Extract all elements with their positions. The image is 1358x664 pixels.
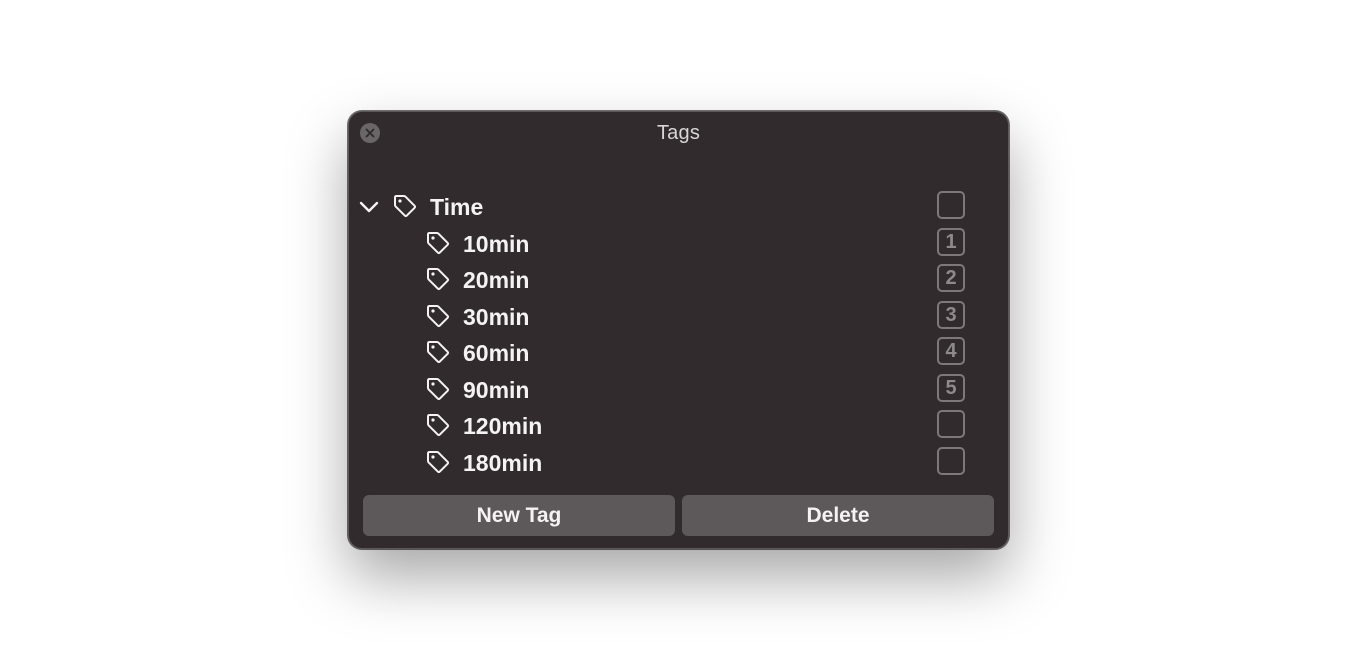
tag-row-90min[interactable]: 90min 5 xyxy=(349,371,1008,408)
tag-icon xyxy=(427,268,450,291)
window-title: Tags xyxy=(656,122,701,144)
tag-label: 30min xyxy=(463,303,530,330)
tag-icon xyxy=(394,195,417,218)
tag-icon xyxy=(427,231,450,254)
tag-label: Time xyxy=(430,194,484,220)
new-tag-button[interactable]: New Tag xyxy=(363,495,675,536)
tag-row-60min[interactable]: 60min 4 xyxy=(349,334,1008,371)
shortcut-key[interactable]: 2 xyxy=(937,264,965,292)
button-bar: New Tag Delete xyxy=(363,495,994,536)
stage: Tags Time 10min 1 20min 2 30min 3 60min … xyxy=(0,0,1358,664)
tag-row-180min[interactable]: 180min xyxy=(349,444,1008,481)
tag-icon xyxy=(427,450,450,473)
shortcut-key[interactable] xyxy=(937,191,965,219)
shortcut-key[interactable]: 5 xyxy=(937,373,965,402)
tag-row-time[interactable]: Time xyxy=(349,188,1008,225)
shortcut-key[interactable]: 1 xyxy=(937,227,965,256)
shortcut-key[interactable]: 4 xyxy=(937,337,965,365)
tag-label: 60min xyxy=(463,340,530,366)
tag-row-30min[interactable]: 30min 3 xyxy=(349,298,1008,335)
tag-label: 120min xyxy=(463,413,543,439)
delete-button[interactable]: Delete xyxy=(682,495,994,536)
tag-icon xyxy=(427,304,450,327)
shortcut-key[interactable] xyxy=(937,410,965,438)
tag-icon xyxy=(427,414,450,437)
tag-list: Time 10min 1 20min 2 30min 3 60min 4 90m… xyxy=(349,188,1008,480)
tag-icon xyxy=(427,341,450,364)
shortcut-key[interactable]: 3 xyxy=(937,300,965,329)
tag-label: 10min xyxy=(463,230,530,257)
tag-row-120min[interactable]: 120min xyxy=(349,407,1008,444)
tag-row-10min[interactable]: 10min 1 xyxy=(349,225,1008,262)
tag-row-20min[interactable]: 20min 2 xyxy=(349,261,1008,298)
tag-label: 20min xyxy=(463,267,530,293)
tag-label: 90min xyxy=(463,376,530,403)
tags-window: Tags Time 10min 1 20min 2 30min 3 60min … xyxy=(348,111,1009,549)
chevron-down-icon[interactable] xyxy=(358,197,380,217)
shortcut-key[interactable] xyxy=(937,446,965,475)
tag-icon xyxy=(427,377,450,400)
tag-label: 180min xyxy=(463,449,543,476)
